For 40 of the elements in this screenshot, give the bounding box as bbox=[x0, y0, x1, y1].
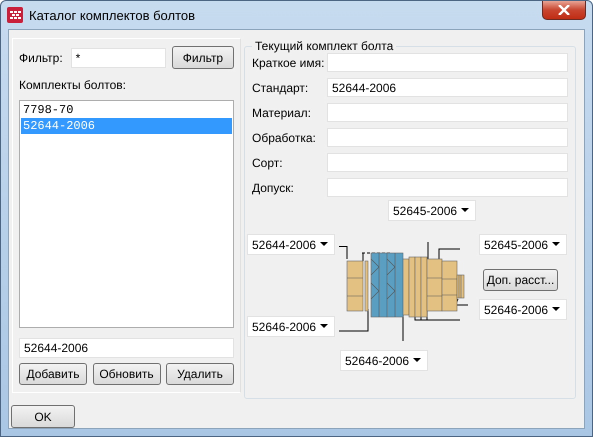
text-field[interactable] bbox=[327, 153, 568, 172]
filter-label: Фильтр: bbox=[19, 50, 63, 64]
list-item[interactable]: 7798-70 bbox=[21, 102, 232, 118]
ok-button[interactable]: OK bbox=[11, 405, 75, 428]
text-field[interactable] bbox=[327, 128, 568, 147]
standard-dropdown[interactable]: 52646-2006 bbox=[479, 299, 567, 320]
standard-dropdown[interactable]: 52644-2006 bbox=[247, 234, 335, 255]
filter-button[interactable]: Фильтр bbox=[172, 46, 234, 69]
standard-dropdown[interactable]: 52646-2006 bbox=[340, 350, 428, 371]
action-button[interactable]: Обновить bbox=[92, 363, 160, 385]
field-label: Сорт: bbox=[252, 156, 283, 170]
text-field[interactable] bbox=[327, 53, 568, 72]
caret-icon bbox=[320, 242, 328, 247]
action-button[interactable]: Удалить bbox=[166, 363, 234, 385]
sets-label: Комплекты болтов: bbox=[19, 78, 127, 92]
text-field[interactable]: 52644-2006 bbox=[327, 78, 568, 97]
standard-dropdown[interactable]: 52645-2006 bbox=[479, 234, 567, 255]
field-label: Обработка: bbox=[252, 130, 316, 144]
standard-dropdown[interactable]: 52646-2006 bbox=[247, 316, 335, 337]
caret-icon bbox=[413, 358, 421, 363]
caret-icon bbox=[461, 208, 469, 213]
caret-icon bbox=[320, 324, 328, 329]
group-title: Текущий комплект болта bbox=[252, 39, 396, 53]
standard-dropdown[interactable]: 52645-2006 bbox=[388, 200, 476, 221]
field-label: Стандарт: bbox=[252, 80, 308, 94]
window-title: Каталог комплектов болтов bbox=[29, 8, 196, 22]
field-label: Допуск: bbox=[252, 180, 294, 194]
caret-icon bbox=[552, 242, 560, 247]
field-label: Материал: bbox=[252, 106, 311, 120]
app-icon bbox=[7, 7, 23, 23]
text-field[interactable] bbox=[327, 103, 568, 122]
close-button[interactable] bbox=[542, 1, 586, 20]
name-field[interactable]: 52644-2006 bbox=[19, 338, 234, 358]
field-label: Краткое имя: bbox=[252, 56, 324, 70]
close-icon bbox=[558, 5, 570, 15]
filter-field[interactable]: * bbox=[70, 48, 166, 68]
extra-distance-button[interactable]: Доп. расст... bbox=[483, 269, 558, 291]
text-field[interactable] bbox=[327, 178, 568, 197]
caret-icon bbox=[552, 307, 560, 312]
action-button[interactable]: Добавить bbox=[19, 363, 87, 385]
